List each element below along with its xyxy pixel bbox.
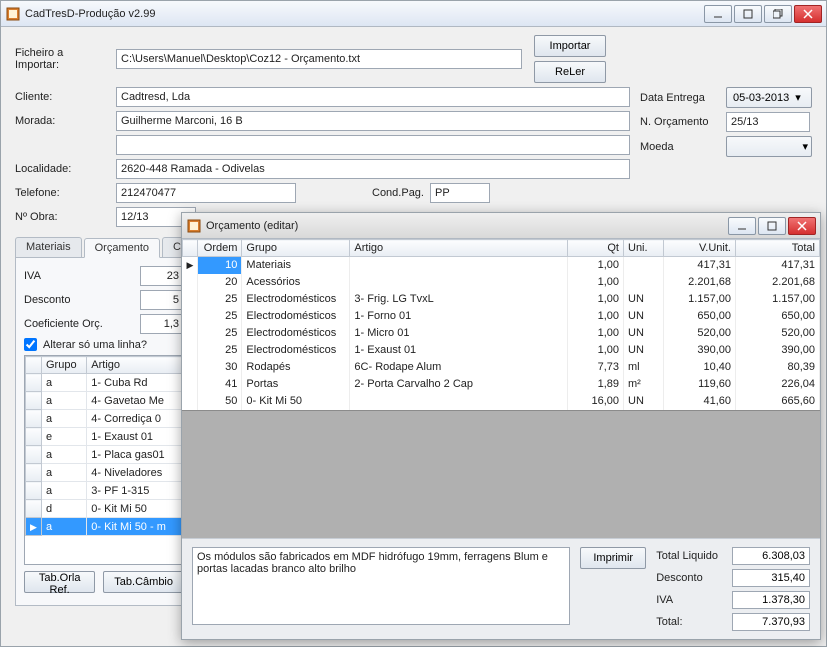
table-row[interactable]: e1- Exaust 01 [26, 428, 183, 446]
condpag-input[interactable] [430, 183, 490, 203]
tab-orla-button[interactable]: Tab.Orla Ref. [24, 571, 95, 593]
desconto-label: Desconto [24, 294, 134, 306]
row-pointer-icon: ▶ [187, 260, 194, 270]
col-qt[interactable]: Qt [568, 240, 624, 257]
desconto-input[interactable] [140, 290, 184, 310]
app-icon [186, 218, 202, 234]
table-row[interactable]: 30Rodapés6C- Rodape Alum7,73ml10,4080,39 [183, 359, 820, 376]
col-vunit[interactable]: V.Unit. [664, 240, 736, 257]
sub-maximize-button[interactable] [758, 217, 786, 235]
iva-label: IVA [24, 270, 134, 282]
telefone-label: Telefone: [15, 187, 110, 199]
main-titlebar: CadTresD-Produção v2.99 [1, 1, 826, 27]
data-entrega-dropdown[interactable]: 05-03-2013▾ [726, 87, 812, 108]
data-entrega-label: Data Entrega [640, 92, 720, 104]
moeda-dropdown[interactable]: ▾ [726, 136, 812, 157]
grid-empty-area [182, 410, 820, 539]
coef-label: Coeficiente Orç. [24, 318, 134, 330]
total-value: 7.370,93 [732, 613, 810, 631]
table-row[interactable]: 25Electrodomésticos1- Forno 011,00UN650,… [183, 308, 820, 325]
table-row[interactable]: 500- Kit Mi 5016,00UN41,60665,60 [183, 393, 820, 410]
table-row[interactable]: a1- Placa gas01 [26, 446, 183, 464]
table-row[interactable]: a4- Gavetao Me [26, 392, 183, 410]
sub-minimize-button[interactable] [728, 217, 756, 235]
table-row[interactable]: 20Acessórios1,002.201,682.201,68 [183, 274, 820, 291]
morada2-input[interactable] [116, 135, 630, 155]
telefone-input[interactable] [116, 183, 296, 203]
main-title: CadTresD-Produção v2.99 [25, 8, 702, 20]
total-desconto-label: Desconto [656, 572, 718, 584]
import-path-input[interactable] [116, 49, 522, 69]
tab-cambio-button[interactable]: Tab.Câmbio [103, 571, 184, 593]
import-label: Ficheiro a Importar: [15, 47, 110, 71]
col-total[interactable]: Total [736, 240, 820, 257]
total-liquido-value: 6.308,03 [732, 547, 810, 565]
nobra-label: Nº Obra: [15, 211, 110, 223]
sub-close-button[interactable] [788, 217, 816, 235]
notes-textarea[interactable] [192, 547, 570, 625]
total-liquido-label: Total Liquido [656, 550, 718, 562]
table-row[interactable]: ▶a0- Kit Mi 50 - m [26, 518, 183, 536]
total-desconto-value: 315,40 [732, 569, 810, 587]
localidade-label: Localidade: [15, 163, 110, 175]
imprimir-button[interactable]: Imprimir [580, 547, 646, 569]
caret-down-icon: ▾ [802, 140, 808, 153]
table-row[interactable]: ▶10Materiais1,00417,31417,31 [183, 257, 820, 274]
row-pointer-icon: ▶ [30, 522, 37, 532]
coef-input[interactable] [140, 314, 184, 334]
restore-button[interactable] [764, 5, 792, 23]
import-button[interactable]: Importar [534, 35, 606, 57]
tab-materiais[interactable]: Materiais [15, 237, 82, 257]
caret-down-icon: ▾ [795, 91, 801, 104]
orcamento-editar-grid[interactable]: Ordem Grupo Artigo Qt Uni. V.Unit. Total… [182, 239, 820, 538]
sub-footer: Imprimir Total Liquido 6.308,03 Desconto 3… [182, 538, 820, 639]
n-orcamento-input[interactable] [726, 112, 810, 132]
morada-label: Morada: [15, 115, 110, 127]
cliente-label: Cliente: [15, 91, 110, 103]
totals: Total Liquido 6.308,03 Desconto 315,40 IVA… [656, 547, 810, 631]
col-artigo[interactable]: Artigo [350, 240, 568, 257]
condpag-label: Cond.Pag. [372, 187, 424, 199]
tab-orcamento[interactable]: Orçamento [84, 238, 160, 258]
cliente-input[interactable] [116, 87, 630, 107]
sub-titlebar: Orçamento (editar) [182, 213, 820, 239]
table-row[interactable]: a4- Niveladores [26, 464, 183, 482]
total-iva-value: 1.378,30 [732, 591, 810, 609]
col-grupo[interactable]: Grupo [242, 240, 350, 257]
table-row[interactable]: 25Electrodomésticos1- Micro 011,00UN520,… [183, 325, 820, 342]
table-row[interactable]: a4- Corrediça 0 [26, 410, 183, 428]
morada1-input[interactable] [116, 111, 630, 131]
table-row[interactable]: 25Electrodomésticos3- Frig. LG TvxL1,00U… [183, 291, 820, 308]
col-artigo[interactable]: Artigo [87, 357, 183, 374]
table-row[interactable]: a3- PF 1-315 [26, 482, 183, 500]
minimize-button[interactable] [704, 5, 732, 23]
total-iva-label: IVA [656, 594, 718, 606]
table-row[interactable]: 41Portas2- Porta Carvalho 2 Cap1,89m²119… [183, 376, 820, 393]
iva-input[interactable] [140, 266, 184, 286]
maximize-button[interactable] [734, 5, 762, 23]
table-row[interactable]: a1- Cuba Rd [26, 374, 183, 392]
close-button[interactable] [794, 5, 822, 23]
table-row[interactable]: 25Electrodomésticos1- Exaust 011,00UN390… [183, 342, 820, 359]
reler-button[interactable]: ReLer [534, 61, 606, 83]
alterar-label: Alterar só uma linha? [43, 339, 147, 351]
app-icon [5, 6, 21, 22]
col-ordem[interactable]: Ordem [198, 240, 242, 257]
total-label: Total: [656, 616, 718, 628]
sub-title: Orçamento (editar) [206, 220, 726, 232]
col-uni[interactable]: Uni. [624, 240, 664, 257]
table-row[interactable]: d0- Kit Mi 50 [26, 500, 183, 518]
orcamento-editar-window: Orçamento (editar) Ordem Grupo Artigo Qt… [181, 212, 821, 640]
alterar-checkbox[interactable] [24, 338, 37, 351]
moeda-label: Moeda [640, 141, 720, 153]
n-orcamento-label: N. Orçamento [640, 116, 720, 128]
orcamento-grid[interactable]: GrupoArtigo a1- Cuba Rda4- Gavetao Mea4-… [24, 355, 184, 565]
col-grupo[interactable]: Grupo [42, 357, 87, 374]
localidade-input[interactable] [116, 159, 630, 179]
